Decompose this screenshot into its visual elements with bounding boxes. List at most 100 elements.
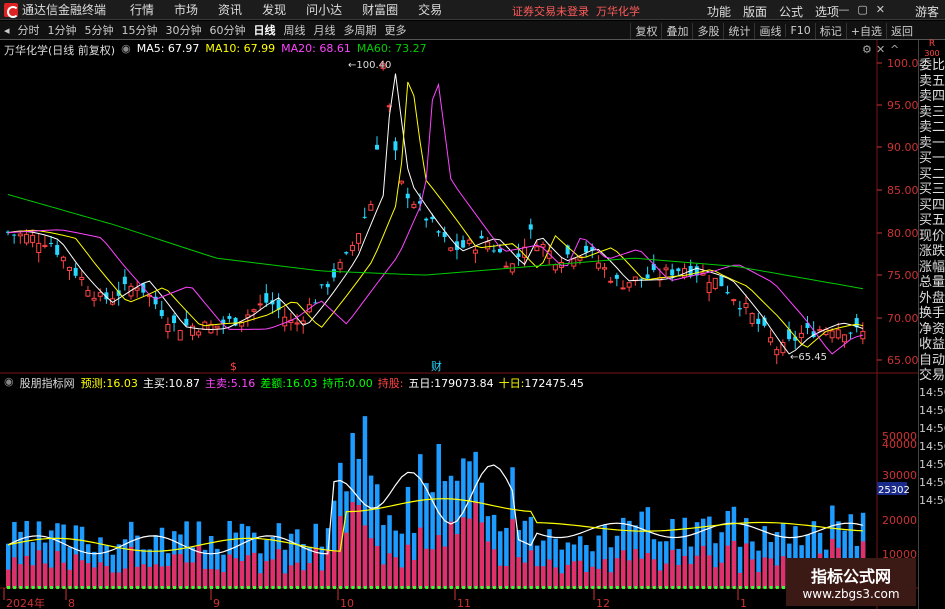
- right-menu-item-2[interactable]: 公式: [779, 3, 803, 20]
- sidebar-item-24[interactable]: 14:56: [919, 438, 945, 456]
- volume-bar-red: [436, 535, 441, 588]
- sidebar-item-26[interactable]: 14:56: [919, 474, 945, 492]
- volume-dot: [74, 586, 78, 589]
- volume-dot: [591, 586, 595, 589]
- candle-body: [663, 267, 669, 271]
- volume-bar-red: [688, 563, 694, 588]
- menu-item-4[interactable]: 问小达: [306, 1, 342, 18]
- sidebar-item-13[interactable]: 涨幅: [919, 260, 945, 276]
- menu-item-1[interactable]: 市场: [174, 1, 198, 18]
- sidebar-item-19[interactable]: 自动: [919, 353, 945, 369]
- guest-label[interactable]: 游客: [915, 3, 939, 20]
- right-menu-item-1[interactable]: 版面: [743, 3, 767, 20]
- sub-ytick-label: 40000: [882, 438, 917, 451]
- volume-dot: [86, 586, 90, 589]
- sidebar-item-16[interactable]: 换手: [919, 306, 945, 322]
- volume-dot: [160, 586, 164, 589]
- volume-dot: [677, 586, 681, 589]
- sidebar-item-4[interactable]: 卖二: [919, 120, 945, 136]
- volume-dot: [554, 586, 558, 589]
- xtick-label: 12: [596, 597, 610, 609]
- volume-bar-red: [104, 565, 109, 588]
- volume-dot: [529, 586, 533, 589]
- menu-item-5[interactable]: 财富圈: [362, 1, 398, 18]
- candle-body: [344, 252, 349, 254]
- volume-bar-red: [202, 568, 208, 588]
- top-menu: 行情 市场 资讯 发现 问小达 财富圈 交易: [120, 1, 452, 18]
- candle-body: [73, 267, 78, 276]
- sidebar-item-14[interactable]: 总量: [919, 275, 945, 291]
- menu-item-3[interactable]: 发现: [262, 1, 286, 18]
- volume-dot: [695, 586, 699, 589]
- volume-bar-red: [368, 538, 374, 588]
- volume-bar-red: [498, 565, 503, 588]
- login-notice[interactable]: 证券交易未登录 万华化学: [512, 3, 640, 19]
- sidebar-item-8[interactable]: 买三: [919, 182, 945, 198]
- sidebar-item-1[interactable]: 卖五: [919, 74, 945, 90]
- sidebar-r-label: R: [928, 39, 936, 49]
- volume-dot: [296, 586, 300, 589]
- volume-dot: [542, 586, 546, 589]
- sidebar-item-11[interactable]: 现价: [919, 229, 945, 245]
- sidebar-item-0[interactable]: 委比: [919, 58, 945, 74]
- maximize-icon[interactable]: ▢: [857, 3, 867, 16]
- sidebar-item-9[interactable]: 买四: [919, 198, 945, 214]
- sidebar-item-27[interactable]: 14:56: [919, 492, 945, 510]
- candle-body: [251, 309, 257, 312]
- volume-dot: [683, 586, 687, 589]
- candle-body: [23, 233, 29, 244]
- candle-body: [829, 330, 835, 339]
- volume-bar-red: [418, 527, 423, 588]
- sidebar-item-21[interactable]: 14:56: [919, 384, 945, 402]
- volume-bar-red: [454, 534, 460, 588]
- volume-bar-red: [608, 572, 614, 588]
- kline-chart[interactable]: 100.0 95.00 90.00 85.00 80.00 75.00 70.00 65.00…: [0, 20, 918, 609]
- sidebar-item-6[interactable]: 买一: [919, 151, 945, 167]
- volume-dot: [603, 586, 607, 589]
- volume-dot: [43, 586, 47, 589]
- sidebar-item-20[interactable]: 交易: [919, 368, 945, 384]
- volume-dot: [622, 586, 625, 589]
- volume-dot: [535, 586, 539, 589]
- sidebar-item-3[interactable]: 卖三: [919, 105, 945, 121]
- close-icon[interactable]: ✕: [876, 3, 885, 16]
- right-menu-item-3[interactable]: 选项: [815, 3, 839, 20]
- sub-ytick-label: 20000: [882, 514, 917, 527]
- volume-dot: [658, 586, 662, 589]
- candle-body: [448, 247, 454, 251]
- right-menu-item-0[interactable]: 功能: [707, 3, 731, 20]
- sidebar-item-12[interactable]: 涨跌: [919, 244, 945, 260]
- sidebar-item-25[interactable]: 14:56: [919, 456, 945, 474]
- candle-body: [461, 240, 466, 248]
- sidebar-item-22[interactable]: 14:56: [919, 402, 945, 420]
- volume-bar-red: [633, 549, 638, 588]
- volume-bar-red: [664, 563, 669, 588]
- volume-dot: [154, 586, 158, 589]
- sidebar-item-2[interactable]: 卖四: [919, 89, 945, 105]
- menu-item-6[interactable]: 交易: [418, 1, 442, 18]
- menu-item-0[interactable]: 行情: [130, 1, 154, 18]
- volume-bar-red: [319, 570, 325, 588]
- sidebar-item-17[interactable]: 净资: [919, 322, 945, 338]
- sidebar-item-5[interactable]: 卖一: [919, 136, 945, 152]
- volume-bar-red: [541, 566, 546, 588]
- volume-bar-red: [424, 548, 429, 588]
- volume-bar-red: [178, 554, 183, 588]
- volume-dot: [431, 586, 435, 589]
- menu-item-2[interactable]: 资讯: [218, 1, 242, 18]
- candle-body: [399, 180, 405, 184]
- sidebar-item-10[interactable]: 买五: [919, 213, 945, 229]
- sidebar-item-23[interactable]: 14:56: [919, 420, 945, 438]
- volume-bar-red: [590, 566, 595, 588]
- sidebar-item-18[interactable]: 收益: [919, 337, 945, 353]
- sidebar-item-15[interactable]: 外盘: [919, 291, 945, 307]
- volume-dot: [31, 586, 35, 589]
- volume-bar-red: [362, 525, 368, 588]
- volume-dot: [665, 586, 669, 589]
- volume-dot: [406, 586, 410, 589]
- sidebar-item-7[interactable]: 买二: [919, 167, 945, 183]
- volume-dot: [560, 586, 564, 589]
- volume-dot: [166, 586, 170, 589]
- minimize-icon[interactable]: —: [838, 3, 849, 16]
- volume-dot: [314, 586, 318, 589]
